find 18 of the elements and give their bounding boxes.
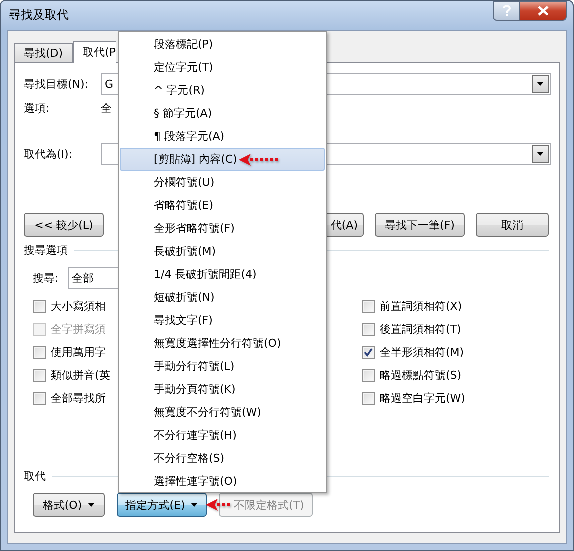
field-label: 搜尋: xyxy=(33,270,60,286)
options-value: 全 xyxy=(101,100,112,116)
section-title: 搜尋選項 xyxy=(24,242,68,258)
option-label: 使用萬用字 xyxy=(51,345,106,360)
field-label: 取代為(I): xyxy=(24,146,74,162)
option-label: 後置詞須相符(T) xyxy=(380,322,462,337)
option-label: 前置詞須相符(X) xyxy=(380,299,462,314)
option-label: 全字拼寫須 xyxy=(51,322,106,337)
field-label: 尋找目標(N): xyxy=(24,76,90,92)
option-label: 略過標點符號(S) xyxy=(380,368,462,383)
option-label: 全部尋找所 xyxy=(51,391,106,406)
option-label: 全半形須相符(M) xyxy=(380,345,464,360)
option-label: 略過空白字元(W) xyxy=(380,391,466,406)
option-label: 大小寫須相 xyxy=(51,299,106,314)
field-label: 選項: xyxy=(24,100,51,116)
window-title: 尋找及取代 xyxy=(9,7,69,24)
option-label: 類似拼音(英 xyxy=(51,368,110,383)
section-title: 取代 xyxy=(24,468,46,484)
